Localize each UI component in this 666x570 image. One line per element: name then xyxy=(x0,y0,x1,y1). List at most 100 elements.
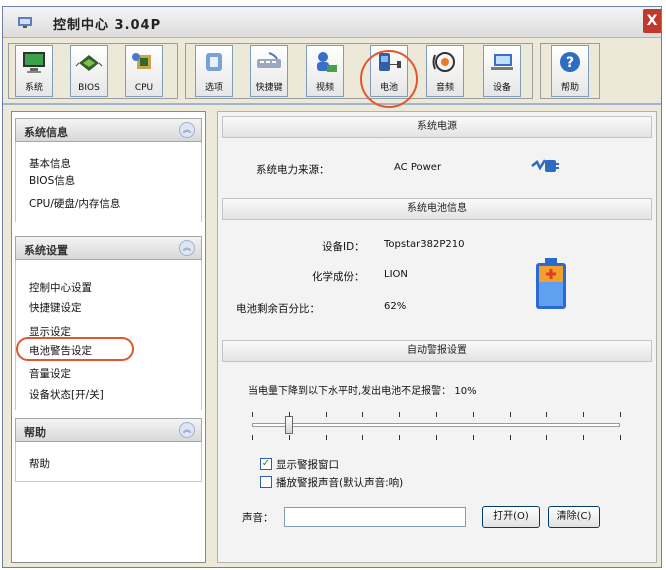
slider-tick xyxy=(326,412,327,417)
settings-icon xyxy=(206,53,222,71)
slider-tick xyxy=(289,435,290,440)
remaining-percent-label: 电池剩余百分比： xyxy=(236,303,320,315)
app-icon xyxy=(18,17,32,28)
toolbar-label-hotkeys: 快捷键 xyxy=(255,83,283,93)
sidebar-item-control-center-settings[interactable]: 控制中心设置 xyxy=(29,280,92,295)
slider-tick xyxy=(546,412,547,417)
device-id-value: Topstar382P210 xyxy=(384,239,465,250)
toolbar-label-devices: 设备 xyxy=(492,83,511,93)
alarm-threshold-text: 当电量下降到以下水平时,发出电池不足报警： 10% xyxy=(248,386,477,397)
toolbar-button-hotkeys[interactable]: 快捷键 xyxy=(250,45,288,97)
panel-header-system-settings[interactable]: 系统设置 ︽ xyxy=(15,236,202,260)
close-button[interactable]: X xyxy=(643,9,661,33)
battery-icon xyxy=(536,258,566,309)
slider-tick xyxy=(436,412,437,417)
highlight-ring-toolbar xyxy=(360,50,418,108)
chip-icon xyxy=(75,55,103,71)
power-source-value: AC Power xyxy=(394,162,442,173)
toolbar-button-devices[interactable]: 设备 xyxy=(483,45,521,97)
help-icon: ? xyxy=(560,52,580,72)
sidebar-item-bios-info[interactable]: BIOS信息 xyxy=(29,173,75,188)
toolbar-label-help: 帮助 xyxy=(560,83,579,93)
slider-tick xyxy=(362,435,363,440)
slider-tick xyxy=(620,435,621,440)
title-bar: 控制中心 3.04P X xyxy=(3,7,661,38)
sidebar-item-help[interactable]: 帮助 xyxy=(29,456,50,471)
toolbar-label-bios: BIOS xyxy=(78,83,100,93)
section-header-power-source: 系统电源 xyxy=(222,116,652,138)
slider-tick xyxy=(436,435,437,440)
sidebar-item-device-status[interactable]: 设备状态[开/关] xyxy=(29,387,104,402)
display-user-icon xyxy=(317,52,337,72)
battery-settings-panel: 系统电源 系统电力来源： AC Power 系统电池信息 设备ID： Topst… xyxy=(217,111,657,563)
slider-tick xyxy=(399,412,400,417)
slider-tick xyxy=(546,435,547,440)
toolbar-button-bios[interactable]: BIOS xyxy=(70,45,108,97)
sidebar: 系统信息 ︽ 基本信息 BIOS信息 CPU/硬盘/内存信息 系统设置 ︽ 控制… xyxy=(11,111,206,563)
sidebar-item-basic-info[interactable]: 基本信息 xyxy=(29,156,71,171)
panel-header-help[interactable]: 帮助 ︽ xyxy=(15,418,202,442)
keyboard-icon xyxy=(257,52,281,68)
slider-tick xyxy=(473,435,474,440)
chemistry-value: LION xyxy=(384,269,408,280)
slider-tick xyxy=(620,412,621,417)
cpu-icon xyxy=(132,53,151,69)
toolbar-label-cpu: CPU xyxy=(134,83,154,93)
section-header-auto-alarm: 自动警报设置 xyxy=(222,340,652,362)
toolbar-group-settings xyxy=(185,43,533,99)
play-alarm-sound-label: 播放警报声音(默认声音:响) xyxy=(276,477,404,489)
toolbar-button-help[interactable]: ? 帮助 xyxy=(551,45,589,97)
sidebar-item-volume-settings[interactable]: 音量设定 xyxy=(29,366,71,381)
slider-tick xyxy=(252,435,253,440)
collapse-chevron-icon[interactable]: ︽ xyxy=(179,422,195,438)
alarm-threshold-slider-thumb[interactable] xyxy=(284,416,293,434)
svg-text:?: ? xyxy=(566,55,574,71)
slider-tick xyxy=(252,412,253,417)
toolbar-label-system: 系统 xyxy=(24,83,43,93)
toolbar-button-cpu[interactable]: CPU xyxy=(125,45,163,97)
collapse-chevron-icon[interactable]: ︽ xyxy=(179,122,195,138)
panel-header-system-info[interactable]: 系统信息 ︽ xyxy=(15,118,202,142)
highlight-ring-sidebar xyxy=(16,337,134,361)
device-id-label: 设备ID： xyxy=(322,241,365,253)
sound-file-input[interactable] xyxy=(284,507,466,527)
panel-title-system-settings: 系统设置 xyxy=(24,244,68,257)
sidebar-item-hotkey-settings[interactable]: 快捷键设定 xyxy=(29,300,82,315)
sidebar-item-cpu-disk-memory[interactable]: CPU/硬盘/内存信息 xyxy=(29,196,120,211)
control-center-window: 控制中心 3.04P X 系统 BIOS CPU 选项 快捷键 视频 电池 音频… xyxy=(2,6,662,568)
show-alarm-window-checkbox[interactable]: ✓ xyxy=(260,458,272,470)
slider-tick xyxy=(473,412,474,417)
remaining-percent-value: 62% xyxy=(384,301,407,312)
audio-icon xyxy=(432,52,455,72)
slider-tick xyxy=(583,435,584,440)
chemistry-label: 化学成份： xyxy=(312,271,365,283)
power-source-label: 系统电力来源： xyxy=(256,164,330,176)
show-alarm-window-label: 显示警报窗口 xyxy=(276,459,339,471)
sound-label: 声音： xyxy=(242,512,274,524)
alarm-threshold-slider-track[interactable] xyxy=(252,423,620,427)
toolbar-button-audio[interactable]: 音频 xyxy=(426,45,464,97)
ac-plug-icon xyxy=(531,159,559,172)
panel-body-system-settings: 控制中心设置 快捷键设定 显示设定 电池警告设定 音量设定 设备状态[开/关] xyxy=(15,260,202,410)
collapse-chevron-icon[interactable]: ︽ xyxy=(179,240,195,256)
slider-tick xyxy=(583,412,584,417)
slider-tick xyxy=(289,412,290,417)
toolbar-label-video: 视频 xyxy=(315,83,334,93)
monitor-icon xyxy=(23,52,45,73)
window-title: 控制中心 3.04P xyxy=(53,18,162,33)
device-icon xyxy=(491,54,513,70)
toolbar: 系统 BIOS CPU 选项 快捷键 视频 电池 音频 设备 ? 帮助 xyxy=(3,41,661,105)
slider-tick xyxy=(399,435,400,440)
panel-title-system-info: 系统信息 xyxy=(24,126,68,139)
section-header-battery-info: 系统电池信息 xyxy=(222,198,652,220)
toolbar-button-system[interactable]: 系统 xyxy=(15,45,53,97)
panel-body-system-info: 基本信息 BIOS信息 CPU/硬盘/内存信息 xyxy=(15,142,202,222)
toolbar-button-video[interactable]: 视频 xyxy=(306,45,344,97)
toolbar-label-audio: 音频 xyxy=(435,83,454,93)
open-sound-button[interactable]: 打开(O) xyxy=(482,506,540,528)
slider-tick xyxy=(510,435,511,440)
clear-sound-button[interactable]: 清除(C) xyxy=(548,506,600,528)
play-alarm-sound-checkbox[interactable] xyxy=(260,476,272,488)
panel-body-help: 帮助 xyxy=(15,442,202,482)
toolbar-button-options[interactable]: 选项 xyxy=(195,45,233,97)
